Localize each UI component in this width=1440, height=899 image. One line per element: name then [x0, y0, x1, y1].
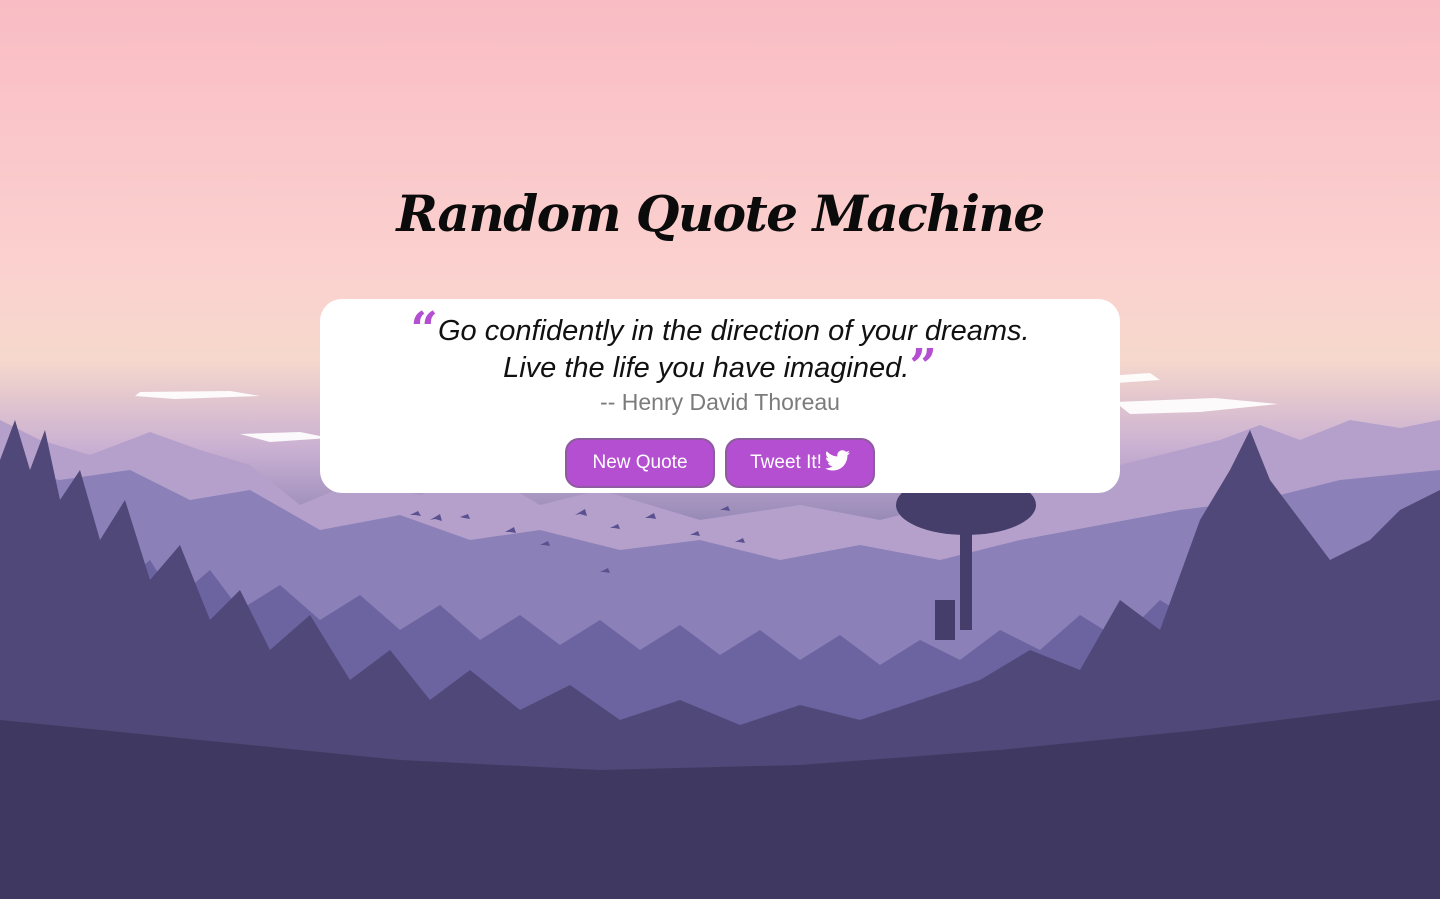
quote-line-1: Go confidently in the direction of your … [438, 315, 1030, 347]
tweet-button[interactable]: Tweet It! [725, 438, 875, 488]
quote-author: -- Henry David Thoreau [600, 389, 840, 415]
action-buttons: New Quote Tweet It! [320, 438, 1120, 488]
quote-text: “Go confidently in the direction of your… [360, 306, 1080, 391]
new-quote-button[interactable]: New Quote [565, 438, 715, 488]
new-quote-label: New Quote [592, 452, 688, 473]
quote-line-2: Live the life you have imagined. [503, 352, 910, 384]
tweet-label: Tweet It! [750, 452, 822, 473]
twitter-bird-icon [824, 450, 850, 471]
page-title: Random Quote Machine [396, 184, 1045, 243]
open-quote-icon: “ [410, 302, 438, 358]
close-quote-icon: ” [909, 339, 937, 395]
quote-card: “Go confidently in the direction of your… [320, 299, 1120, 493]
